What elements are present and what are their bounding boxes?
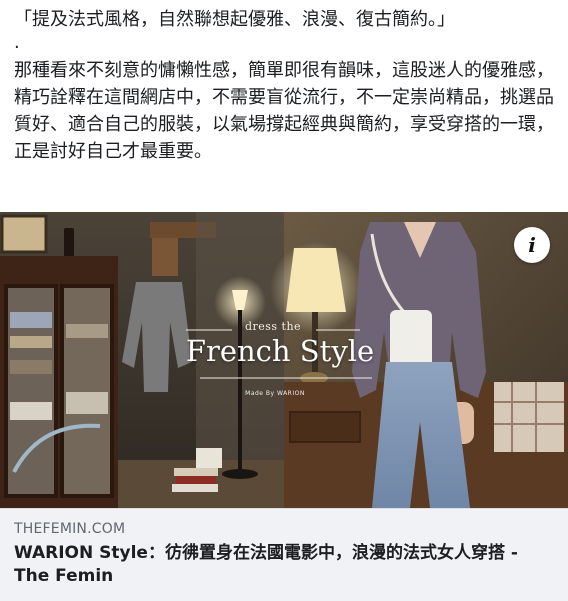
link-title[interactable]: WARION Style：彷彿置身在法國電影中，浪漫的法式女人穿搭 - The … [14,542,554,588]
post-text: 「提及法式風格，自然聯想起優雅、浪漫、復古簡約。」 . 那種看來不刻意的慵懶性感… [14,6,558,165]
link-domain: THEFEMIN.COM [14,521,126,537]
post-dot: . [14,32,20,53]
post-paragraph: 那種看來不刻意的慵懶性感，簡單即很有韻味，這股迷人的優雅感，精巧詮釋在這間網店中… [14,60,554,162]
post-quote: 「提及法式風格，自然聯想起優雅、浪漫、復古簡約。」 [14,9,455,30]
hero-photo [0,212,568,508]
info-icon[interactable]: i [514,227,550,263]
link-preview-card[interactable]: dress the French Style Made By WARION i … [0,212,568,601]
link-footer[interactable]: THEFEMIN.COM WARION Style：彷彿置身在法國電影中，浪漫的… [0,508,568,601]
hero-image[interactable]: dress the French Style Made By WARION i [0,212,568,508]
